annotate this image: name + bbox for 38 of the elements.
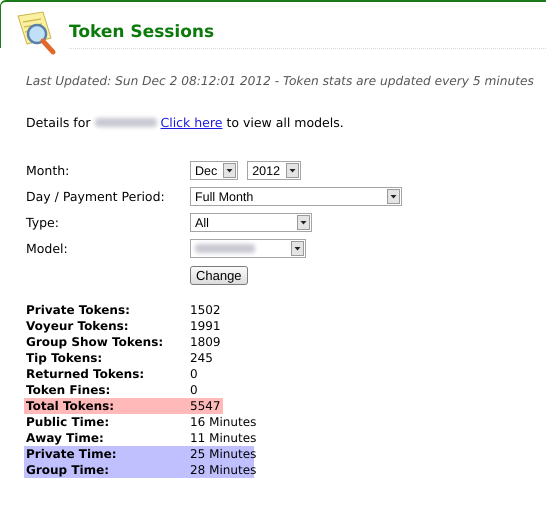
view-all-link[interactable]: Click here — [160, 115, 222, 130]
stat-label: Group Show Tokens: — [26, 334, 164, 350]
stat-value: 25 Minutes — [190, 446, 256, 462]
stat-label: Token Fines: — [26, 382, 112, 398]
stat-label: Public Time: — [26, 414, 110, 430]
last-updated-text: Last Updated: Sun Dec 2 08:12:01 2012 - Token stats are updated every 5 minutes — [26, 74, 535, 88]
field-label: Type: — [26, 215, 60, 230]
stat-value: 11 Minutes — [190, 430, 256, 446]
stat-value: 1809 — [190, 334, 222, 350]
field-label: Month: — [26, 163, 70, 178]
dropdown[interactable] — [190, 239, 306, 258]
details-suffix: to view all models. — [226, 115, 344, 130]
stat-value: 0 — [190, 366, 199, 382]
stat-label: Tip Tokens: — [26, 350, 104, 366]
change-button[interactable]: Change — [190, 266, 248, 285]
dropdown[interactable]: 2012 — [247, 161, 302, 180]
stat-label: Group Time: — [26, 462, 110, 478]
blurred-name — [94, 118, 156, 127]
details-label: Details for — [26, 115, 90, 130]
stat-value: 5547 — [190, 398, 221, 414]
dropdown[interactable]: Full Month — [190, 187, 402, 206]
stat-value: 28 Minutes — [190, 462, 256, 478]
stat-label: Returned Tokens: — [26, 366, 146, 382]
stat-value: 16 Minutes — [190, 414, 256, 430]
page-title: Token Sessions — [69, 22, 546, 49]
stat-value: 0 — [190, 382, 199, 398]
stat-label: Private Tokens: — [26, 302, 131, 318]
stat-value: 1502 — [190, 302, 222, 318]
stat-label: Away Time: — [26, 430, 105, 446]
field-label: Day / Payment Period: — [26, 189, 166, 204]
dropdown[interactable]: Dec — [190, 161, 238, 180]
stat-label: Total Tokens: — [26, 398, 116, 414]
dropdown[interactable]: All — [190, 213, 312, 232]
stat-label: Private Time: — [26, 446, 118, 462]
stat-label: Voyeur Tokens: — [26, 318, 130, 334]
stat-value: 1991 — [190, 318, 222, 334]
stat-value: 245 — [190, 350, 214, 366]
field-label: Model: — [26, 241, 69, 256]
